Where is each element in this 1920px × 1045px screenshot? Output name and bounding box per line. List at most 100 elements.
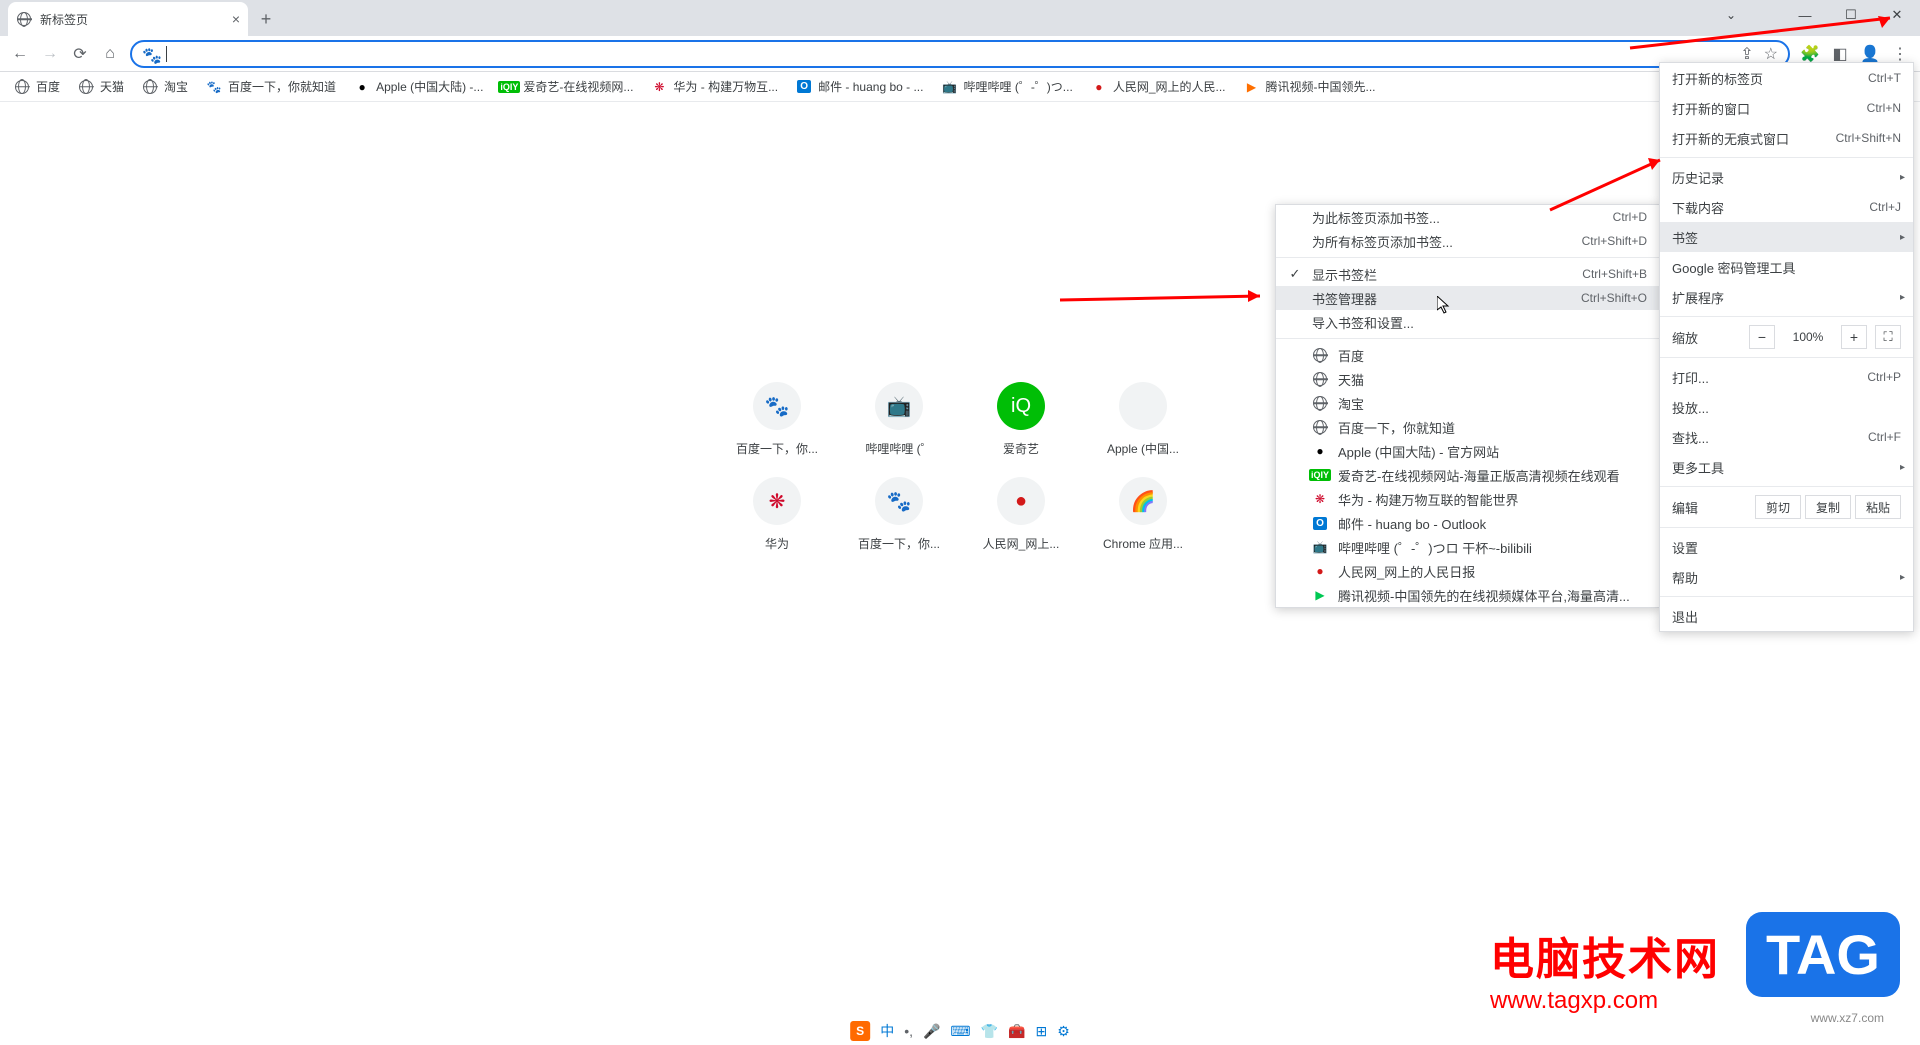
submenu-bookmark-item[interactable]: 百度: [1276, 343, 1659, 367]
submenu-bookmark-manager[interactable]: 书签管理器Ctrl+Shift+O: [1276, 286, 1659, 310]
shortcut-icon: [1119, 382, 1167, 430]
shortcut-label: Apple (中国...: [1087, 440, 1199, 457]
bookmark-icon: [142, 79, 158, 95]
bookmark-item[interactable]: 📺哔哩哔哩 (゜-゜)つ...: [933, 74, 1080, 100]
menu-downloads[interactable]: 下载内容Ctrl+J: [1660, 192, 1913, 222]
bookmark-item-label: 天猫: [1338, 370, 1364, 389]
menu-new-incognito[interactable]: 打开新的无痕式窗口Ctrl+Shift+N: [1660, 123, 1913, 153]
new-tab-button[interactable]: +: [252, 5, 280, 33]
tab-favicon: [16, 11, 32, 27]
forward-button[interactable]: →: [36, 40, 64, 68]
menu-find[interactable]: 查找...Ctrl+F: [1660, 422, 1913, 452]
home-button[interactable]: ⌂: [96, 40, 124, 68]
shortcut-tile[interactable]: ❋华为: [721, 477, 833, 552]
zoom-out-button[interactable]: −: [1749, 325, 1775, 349]
shortcut-tile[interactable]: 📺哔哩哔哩 (゜: [843, 382, 955, 457]
browser-tab[interactable]: 新标签页 ×: [8, 2, 248, 36]
ime-keyboard-icon[interactable]: ⌨: [950, 1023, 970, 1040]
ime-mode[interactable]: 中: [880, 1021, 894, 1041]
submenu-bookmark-item[interactable]: 天猫: [1276, 367, 1659, 391]
ime-voice-icon[interactable]: 🎤: [923, 1023, 940, 1040]
menu-exit[interactable]: 退出: [1660, 601, 1913, 631]
cut-button[interactable]: 剪切: [1755, 495, 1801, 519]
bookmark-star-icon[interactable]: ☆: [1764, 44, 1778, 64]
ime-bar: S 中 •, 🎤 ⌨ 👕 🧰 ⊞ ⚙: [850, 1017, 1070, 1045]
menu-bookmarks[interactable]: 书签▸: [1660, 222, 1913, 252]
shortcut-tile[interactable]: 🐾 百度一下，你...: [843, 477, 955, 552]
submenu-show-bookmarks-bar[interactable]: ✓显示书签栏Ctrl+Shift+B: [1276, 262, 1659, 286]
menu-extensions[interactable]: 扩展程序▸: [1660, 282, 1913, 312]
menu-new-tab[interactable]: 打开新的标签页Ctrl+T: [1660, 63, 1913, 93]
menu-more-tools[interactable]: 更多工具▸: [1660, 452, 1913, 482]
submenu-bookmark-item[interactable]: ●人民网_网上的人民日报: [1276, 559, 1659, 583]
shortcut-tile[interactable]: 🐾百度一下，你...: [721, 382, 833, 457]
menu-cast[interactable]: 投放...: [1660, 392, 1913, 422]
close-window-button[interactable]: ✕: [1874, 0, 1920, 30]
submenu-add-all-bookmarks[interactable]: 为所有标签页添加书签...Ctrl+Shift+D: [1276, 229, 1659, 253]
ime-toolbox-icon[interactable]: 🧰: [1008, 1023, 1025, 1040]
submenu-bookmark-item[interactable]: ●Apple (中国大陆) - 官方网站: [1276, 439, 1659, 463]
bookmark-item[interactable]: O邮件 - huang bo - ...: [788, 74, 931, 100]
submenu-import-bookmarks[interactable]: 导入书签和设置...: [1276, 310, 1659, 334]
submenu-bookmark-item[interactable]: 淘宝: [1276, 391, 1659, 415]
menu-settings[interactable]: 设置: [1660, 532, 1913, 562]
submenu-bookmark-item[interactable]: ▶腾讯视频-中国领先的在线视频媒体平台,海量高清...: [1276, 583, 1659, 607]
address-bar[interactable]: 🐾 ⇪ ☆: [130, 40, 1790, 68]
submenu-bookmark-item[interactable]: 百度一下，你就知道: [1276, 415, 1659, 439]
submenu-bookmark-item[interactable]: 📺哔哩哔哩 (゜-゜)つロ 干杯~-bilibili: [1276, 535, 1659, 559]
reload-button[interactable]: ⟳: [66, 40, 94, 68]
ime-logo-icon[interactable]: S: [850, 1021, 870, 1041]
copy-button[interactable]: 复制: [1805, 495, 1851, 519]
bookmark-item-icon: 📺: [1312, 539, 1328, 555]
shortcut-tile[interactable]: ●人民网_网上...: [965, 477, 1077, 552]
watermark: 电脑技术网 www.tagxp.com: [1490, 923, 1720, 1015]
shortcut-tile[interactable]: iQ爱奇艺: [965, 382, 1077, 457]
bookmark-item-icon: [1312, 347, 1328, 363]
menu-new-window[interactable]: 打开新的窗口Ctrl+N: [1660, 93, 1913, 123]
site-info-icon[interactable]: 🐾: [142, 46, 158, 62]
shortcut-tile[interactable]: 🌈Chrome 应用...: [1087, 477, 1199, 552]
bookmark-item[interactable]: 🐾百度一下，你就知道: [198, 74, 344, 100]
menu-edit: 编辑 剪切 复制 粘贴: [1660, 491, 1913, 523]
menu-print[interactable]: 打印...Ctrl+P: [1660, 362, 1913, 392]
menu-help[interactable]: 帮助▸: [1660, 562, 1913, 592]
share-icon[interactable]: ⇪: [1740, 44, 1753, 64]
bookmark-item[interactable]: ▶腾讯视频-中国领先...: [1236, 74, 1384, 100]
shortcut-icon: 🐾: [875, 477, 923, 525]
ime-skin-icon[interactable]: 👕: [981, 1023, 998, 1040]
bookmarks-submenu: 为此标签页添加书签...Ctrl+D 为所有标签页添加书签...Ctrl+Shi…: [1275, 204, 1660, 608]
ime-punct-icon[interactable]: •,: [904, 1023, 913, 1039]
submenu-bookmark-item[interactable]: O 邮件 - huang bo - Outlook: [1276, 511, 1659, 535]
bookmark-item[interactable]: ●Apple (中国大陆) -...: [346, 74, 491, 100]
bookmark-item[interactable]: 淘宝: [134, 74, 196, 100]
maximize-button[interactable]: ☐: [1828, 0, 1874, 30]
menu-passwords[interactable]: Google 密码管理工具: [1660, 252, 1913, 282]
bookmark-item[interactable]: iQIY爱奇艺-在线视频网...: [493, 74, 641, 100]
shortcut-tile[interactable]: Apple (中国...: [1087, 382, 1199, 457]
bookmark-item-label: 邮件 - huang bo - Outlook: [1338, 514, 1486, 533]
zoom-in-button[interactable]: +: [1841, 325, 1867, 349]
bookmark-item-icon: O: [1312, 515, 1328, 531]
bookmark-item[interactable]: 百度: [6, 74, 68, 100]
minimize-button[interactable]: —: [1782, 0, 1828, 30]
ime-grid-icon[interactable]: ⊞: [1036, 1023, 1048, 1040]
bookmark-item[interactable]: ❋华为 - 构建万物互...: [643, 74, 786, 100]
tab-list-chevron-icon[interactable]: ⌄: [1726, 8, 1736, 22]
bookmark-icon: iQIY: [501, 79, 517, 95]
tab-close-icon[interactable]: ×: [232, 11, 240, 27]
submenu-add-bookmark[interactable]: 为此标签页添加书签...Ctrl+D: [1276, 205, 1659, 229]
bookmarks-bar: 百度天猫淘宝🐾百度一下，你就知道●Apple (中国大陆) -...iQIY爱奇…: [0, 72, 1920, 102]
paste-button[interactable]: 粘贴: [1855, 495, 1901, 519]
bookmark-item[interactable]: 天猫: [70, 74, 132, 100]
bookmark-item[interactable]: ●人民网_网上的人民...: [1083, 74, 1234, 100]
submenu-bookmark-item[interactable]: ❋华为 - 构建万物互联的智能世界: [1276, 487, 1659, 511]
ime-settings-icon[interactable]: ⚙: [1057, 1023, 1070, 1040]
menu-history[interactable]: 历史记录▸: [1660, 162, 1913, 192]
submenu-bookmark-item[interactable]: iQIY爱奇艺-在线视频网站-海量正版高清视频在线观看: [1276, 463, 1659, 487]
bookmark-item-label: 腾讯视频-中国领先的在线视频媒体平台,海量高清...: [1338, 586, 1630, 605]
bookmark-label: 华为 - 构建万物互...: [673, 78, 778, 95]
fullscreen-button[interactable]: ⛶: [1875, 325, 1901, 349]
shortcut-label: 华为: [721, 535, 833, 552]
back-button[interactable]: ←: [6, 40, 34, 68]
shortcut-label: 百度一下，你...: [843, 535, 955, 552]
